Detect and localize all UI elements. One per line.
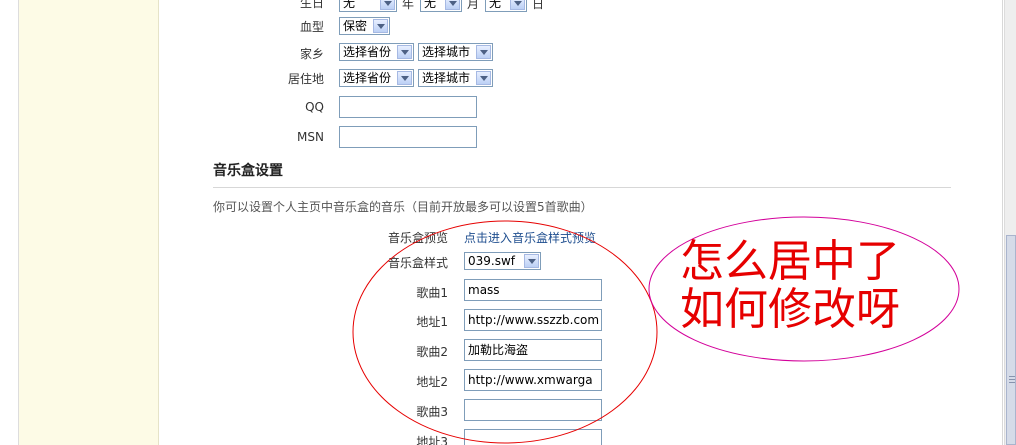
month-unit: 月: [467, 0, 480, 11]
music-box-preview-link[interactable]: 点击进入音乐盒样式预览: [464, 229, 596, 246]
song1-input[interactable]: mass: [464, 279, 602, 301]
chevron-down-icon: [397, 45, 412, 59]
qq-label: QQ: [305, 100, 324, 114]
song2-input[interactable]: 加勒比海盗: [464, 339, 602, 361]
url3-label: 地址3: [416, 435, 448, 445]
chevron-down-icon: [445, 0, 460, 10]
music-box-style-label: 音乐盒样式: [387, 256, 448, 270]
chevron-down-icon: [476, 45, 491, 59]
birthday-year-value: 无: [343, 0, 356, 10]
chevron-down-icon: [476, 71, 491, 85]
msn-label: MSN: [297, 130, 324, 144]
song3-label: 歌曲3: [416, 405, 448, 419]
residence-province-select[interactable]: 选择省份: [339, 69, 414, 87]
blood-type-value: 保密: [343, 19, 368, 33]
url2-label: 地址2: [416, 375, 448, 389]
music-box-preview-label: 音乐盒预览: [387, 231, 448, 245]
url3-input[interactable]: [464, 429, 602, 445]
blood-type-select[interactable]: 保密: [339, 17, 390, 35]
residence-city-value: 选择城市: [422, 71, 471, 85]
msn-input[interactable]: [339, 126, 477, 148]
url1-label: 地址1: [416, 315, 448, 329]
hometown-province-select[interactable]: 选择省份: [339, 43, 414, 61]
vertical-scrollbar[interactable]: [1004, 0, 1016, 445]
section-divider: [213, 187, 951, 188]
birthday-label: 生日: [299, 0, 324, 10]
birthday-month-value: 无: [424, 0, 437, 10]
music-box-description: 你可以设置个人主页中音乐盒的音乐（目前开放最多可以设置5首歌曲）: [213, 200, 593, 214]
residence-province-value: 选择省份: [343, 71, 392, 85]
song2-label: 歌曲2: [416, 345, 448, 359]
song3-input[interactable]: [464, 399, 602, 421]
birthday-day-value: 无: [489, 0, 502, 10]
residence-city-select[interactable]: 选择城市: [418, 69, 493, 87]
page: 生日 无 年 无 月 无 日 血型 保密 家乡 选择省份 选择城市 居住地 选择…: [0, 0, 1016, 445]
music-box-section-title: 音乐盒设置: [213, 163, 283, 179]
day-unit: 日: [532, 0, 545, 11]
residence-label: 居住地: [287, 72, 324, 86]
birthday-year-select[interactable]: 无: [339, 0, 397, 12]
left-sidebar: [18, 0, 159, 445]
hometown-city-value: 选择城市: [422, 45, 471, 59]
annotation-line-2: 如何修改呀: [680, 284, 900, 335]
birthday-month-select[interactable]: 无: [420, 0, 462, 12]
scroll-grip-icon: [1009, 379, 1015, 380]
chevron-down-icon: [373, 19, 388, 33]
hometown-province-value: 选择省份: [343, 45, 392, 59]
scrollbar-thumb[interactable]: [1006, 235, 1016, 445]
chevron-down-icon: [380, 0, 395, 10]
url1-input[interactable]: http://www.sszzb.com: [464, 309, 602, 331]
chevron-down-icon: [397, 71, 412, 85]
blood-type-label: 血型: [299, 20, 324, 34]
hometown-city-select[interactable]: 选择城市: [418, 43, 493, 61]
scroll-grip-icon: [1009, 382, 1015, 383]
content-right-border: [1002, 0, 1003, 445]
year-unit: 年: [402, 0, 415, 11]
birthday-day-select[interactable]: 无: [485, 0, 527, 12]
song1-label: 歌曲1: [416, 286, 448, 300]
music-box-style-select[interactable]: 039.swf: [464, 252, 541, 270]
annotation-text: 怎么居中了 如何修改呀: [680, 238, 900, 334]
annotation-line-1: 怎么居中了: [680, 236, 900, 287]
chevron-down-icon: [510, 0, 525, 10]
left-margin: [0, 0, 18, 445]
qq-input[interactable]: [339, 96, 477, 118]
chevron-down-icon: [524, 254, 539, 268]
url2-input[interactable]: http://www.xmwarga: [464, 369, 602, 391]
scroll-grip-icon: [1009, 376, 1015, 377]
music-box-style-value: 039.swf: [468, 254, 516, 268]
hometown-label: 家乡: [299, 47, 324, 61]
